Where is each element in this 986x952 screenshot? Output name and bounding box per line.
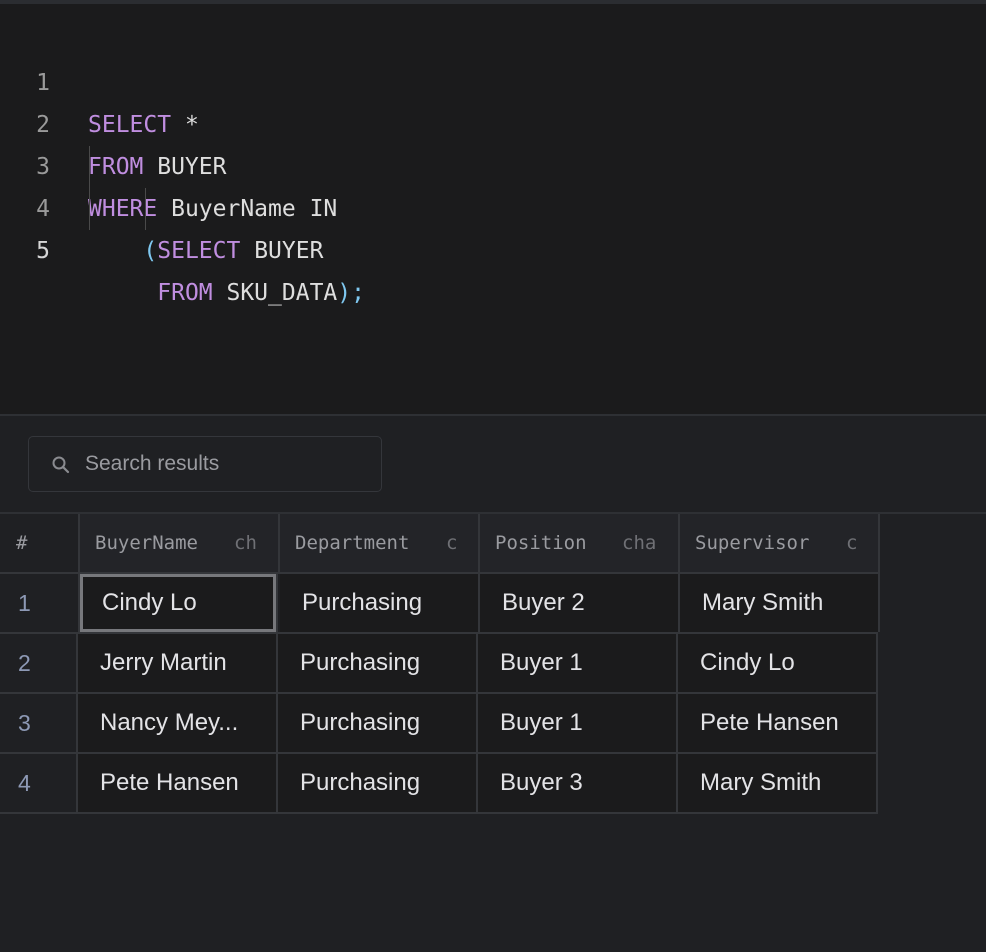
table-cell[interactable]: Mary Smith bbox=[678, 754, 878, 812]
table-cell[interactable]: Buyer 1 bbox=[478, 694, 678, 752]
keyword: FROM bbox=[157, 280, 213, 306]
table-row[interactable]: 1 Cindy Lo Purchasing Buyer 2 Mary Smith bbox=[0, 574, 880, 634]
identifier: SKU_DATA bbox=[212, 280, 338, 306]
indent-guide bbox=[89, 146, 90, 230]
table-row[interactable]: 3 Nancy Mey... Purchasing Buyer 1 Pete H… bbox=[0, 694, 880, 754]
column-name: Supervisor bbox=[695, 532, 810, 554]
table-row[interactable]: 2 Jerry Martin Purchasing Buyer 1 Cindy … bbox=[0, 634, 880, 694]
search-icon bbox=[52, 456, 70, 474]
table-cell[interactable]: Pete Hansen bbox=[78, 754, 278, 812]
identifier: BUYER bbox=[240, 238, 324, 264]
code-line-2[interactable]: 2 FROM BUYER bbox=[0, 62, 986, 180]
column-header-position[interactable]: Position cha bbox=[480, 514, 680, 572]
paren: ( bbox=[143, 238, 158, 264]
column-name: Department bbox=[295, 532, 410, 554]
index-header: # bbox=[0, 514, 80, 572]
table-cell[interactable]: Nancy Mey... bbox=[78, 694, 278, 752]
code-line-1[interactable]: 1 SELECT * bbox=[0, 20, 986, 138]
table-cell[interactable]: Jerry Martin bbox=[78, 634, 278, 692]
column-name: Position bbox=[495, 532, 587, 554]
table-cell[interactable]: Cindy Lo bbox=[678, 634, 878, 692]
row-divider bbox=[0, 812, 878, 814]
code-text: FROM SKU_DATA); bbox=[88, 272, 365, 314]
column-type: c bbox=[846, 532, 858, 554]
line-number: 5 bbox=[36, 238, 50, 264]
row-index: 3 bbox=[0, 694, 78, 752]
table-cell[interactable]: Buyer 2 bbox=[480, 574, 680, 632]
row-index: 1 bbox=[0, 574, 80, 632]
column-type: ch bbox=[234, 532, 257, 554]
code-line-4[interactable]: 4 (SELECT BUYER bbox=[0, 146, 986, 264]
table-cell[interactable]: Purchasing bbox=[278, 754, 478, 812]
results-panel: # BuyerName ch Department c Position cha… bbox=[0, 416, 986, 952]
paren: ) bbox=[337, 280, 352, 306]
table-cell[interactable]: Buyer 1 bbox=[478, 634, 678, 692]
keyword: SELECT bbox=[157, 238, 241, 264]
search-input[interactable] bbox=[85, 437, 365, 490]
table-cell[interactable]: Pete Hansen bbox=[678, 694, 878, 752]
table-cell[interactable]: Buyer 3 bbox=[478, 754, 678, 812]
code-line-3[interactable]: 3 WHERE BuyerName IN bbox=[0, 104, 986, 222]
row-index: 4 bbox=[0, 754, 78, 812]
header-row: # BuyerName ch Department c Position cha… bbox=[0, 514, 880, 572]
row-index: 2 bbox=[0, 634, 78, 692]
table-row[interactable]: 4 Pete Hansen Purchasing Buyer 3 Mary Sm… bbox=[0, 754, 880, 814]
column-name: BuyerName bbox=[95, 532, 198, 554]
column-type: c bbox=[446, 532, 458, 554]
column-header-supervisor[interactable]: Supervisor c bbox=[680, 514, 880, 572]
code-line-5[interactable]: 5 FROM SKU_DATA); bbox=[0, 188, 986, 306]
column-header-buyername[interactable]: BuyerName ch bbox=[80, 514, 280, 572]
table-cell[interactable]: Purchasing bbox=[278, 694, 478, 752]
code-text: (SELECT BUYER bbox=[88, 230, 323, 272]
table-cell[interactable]: Purchasing bbox=[280, 574, 480, 632]
column-type: cha bbox=[622, 532, 657, 554]
search-box[interactable] bbox=[28, 436, 382, 492]
column-header-department[interactable]: Department c bbox=[280, 514, 480, 572]
table-cell[interactable]: Mary Smith bbox=[680, 574, 880, 632]
table-cell[interactable]: Cindy Lo bbox=[80, 574, 278, 632]
table-cell[interactable]: Purchasing bbox=[278, 634, 478, 692]
sql-editor[interactable]: 1 SELECT * 2 FROM BUYER 3 WHERE BuyerNam… bbox=[0, 4, 986, 414]
semicolon: ; bbox=[351, 280, 365, 306]
indent-guide bbox=[145, 188, 146, 230]
